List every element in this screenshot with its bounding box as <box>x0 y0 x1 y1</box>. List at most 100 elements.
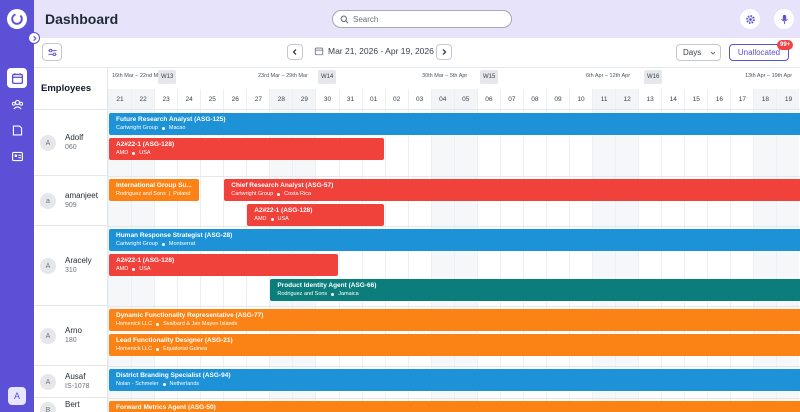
employee-id: 310 <box>65 267 77 274</box>
employee-avatar: A <box>40 328 56 344</box>
day-header-cell[interactable]: 25 <box>200 89 223 109</box>
assignment-title: A2#22-1 (ASG-128) <box>116 141 175 148</box>
filter-button[interactable] <box>42 43 62 61</box>
assignment-company: Cartwright Group <box>231 191 274 197</box>
employee-row[interactable]: A Arno 180 <box>34 306 107 366</box>
assignment-location: USA <box>277 216 289 222</box>
day-header-cell[interactable]: 31 <box>338 89 362 109</box>
assignment-company: AMD <box>116 150 129 156</box>
assignment-location: Jamaica <box>338 291 359 297</box>
day-header-cell[interactable]: 28 <box>269 89 293 109</box>
assignment-location: Montserrat <box>168 241 196 247</box>
day-header-cell[interactable]: 11 <box>592 89 616 109</box>
day-header-cell[interactable]: 17 <box>730 89 753 109</box>
employee-row[interactable]: a amanjeet 909 <box>34 176 107 226</box>
day-header-cell[interactable]: 03 <box>407 89 431 109</box>
assignment-bar[interactable]: International Group Su... Rodriguez and S… <box>109 179 200 201</box>
employee-avatar: A <box>40 374 56 390</box>
employee-row[interactable]: A Adolf 060 <box>34 110 107 176</box>
sidebar-item-contacts[interactable] <box>7 146 27 166</box>
microphone-icon <box>780 14 788 24</box>
date-range[interactable]: Mar 21, 2026 - Apr 19, 2026 <box>314 46 434 56</box>
voice-button[interactable] <box>774 9 794 29</box>
day-header-cell[interactable]: 18 <box>753 89 777 109</box>
assignment-details: Cartwright Group Montserrat <box>116 240 800 248</box>
next-range-button[interactable] <box>436 44 452 60</box>
user-avatar[interactable]: A <box>8 387 26 405</box>
dot-separator-icon <box>277 192 281 196</box>
day-header-cell[interactable]: 04 <box>430 89 454 109</box>
day-header-cell[interactable]: 29 <box>292 89 316 109</box>
employee-avatar: A <box>40 135 56 151</box>
dot-separator-icon <box>161 126 165 130</box>
assignment-bar[interactable]: Human Response Strategist (ASG-28) Cartwr… <box>109 229 800 251</box>
assignment-bar[interactable]: Lead Functionality Designer (ASG-21) Home… <box>109 334 800 356</box>
chevron-left-icon <box>292 49 297 55</box>
search-icon <box>340 15 349 23</box>
assignment-title: A2#22-1 (ASG-128) <box>116 257 175 264</box>
day-header-cell[interactable]: 12 <box>615 89 639 109</box>
sidebar-item-notes[interactable] <box>7 120 27 140</box>
sidebar-item-team[interactable] <box>7 94 27 114</box>
employee-row[interactable]: B Bert <box>34 398 107 412</box>
day-header-cell[interactable]: 09 <box>545 89 569 109</box>
day-header-cell[interactable]: 24 <box>177 89 200 109</box>
day-header-cell[interactable]: 01 <box>361 89 385 109</box>
employee-row[interactable]: A Aracely 310 <box>34 226 107 306</box>
day-header-cell[interactable]: 07 <box>499 89 523 109</box>
assignment-title: Chief Research Analyst (ASG-57) <box>231 182 334 189</box>
sidebar-expand-toggle[interactable] <box>28 32 40 44</box>
day-header-cell[interactable]: 19 <box>776 89 800 109</box>
view-select[interactable]: Days <box>676 44 721 61</box>
employee-name: Arno <box>65 326 82 335</box>
assignment-bar[interactable]: Chief Research Analyst (ASG-57) Cartwrigh… <box>224 179 800 201</box>
assignment-bar[interactable]: Future Research Analyst (ASG-125) Cartwri… <box>109 113 800 135</box>
sliders-icon <box>47 48 57 56</box>
assignment-details: AMD USA <box>116 265 338 273</box>
day-header-cell[interactable]: 21 <box>108 89 132 109</box>
employee-id: 060 <box>65 144 77 151</box>
assignment-details: Rodriguez and Sons Jamaica <box>277 290 800 298</box>
day-header-cell[interactable]: 22 <box>131 89 155 109</box>
top-header: Dashboard <box>34 0 800 38</box>
note-icon <box>12 124 22 136</box>
assignment-bar[interactable]: A2#22-1 (ASG-128) AMD USA <box>247 204 384 226</box>
day-header-cell[interactable]: 06 <box>476 89 500 109</box>
day-header-cell[interactable]: 16 <box>707 89 730 109</box>
day-header-cell[interactable]: 05 <box>453 89 477 109</box>
prev-range-button[interactable] <box>287 44 303 60</box>
assignment-bar[interactable]: Forward Metrics Agent (ASG-50) <box>109 401 800 412</box>
assignment-company: Homenick LLC <box>116 321 153 327</box>
settings-button[interactable] <box>740 9 760 29</box>
day-header-cell[interactable]: 27 <box>246 89 269 109</box>
chevron-right-icon <box>32 35 37 41</box>
employee-avatar: A <box>40 258 56 274</box>
logo-icon[interactable] <box>7 9 27 29</box>
day-header-cell[interactable]: 02 <box>384 89 408 109</box>
sidebar-item-calendar[interactable] <box>7 68 27 88</box>
week-number-tag: W16 <box>644 70 663 84</box>
employee-row[interactable]: A Ausaf IS-1078 <box>34 366 107 398</box>
assignment-company: AMD <box>116 266 129 272</box>
day-header-cell[interactable]: 15 <box>684 89 707 109</box>
id-card-icon <box>11 151 23 161</box>
assignment-bar[interactable]: Dynamic Functionality Representative (AS… <box>109 309 800 331</box>
row-divider <box>108 398 800 399</box>
chevron-right-icon <box>442 49 447 55</box>
day-header-cell[interactable]: 23 <box>154 89 177 109</box>
assignment-title: Human Response Strategist (ASG-28) <box>116 232 233 239</box>
assignment-company: Cartwright Group <box>116 241 158 247</box>
day-header-cell[interactable]: 08 <box>522 89 546 109</box>
day-header-cell[interactable]: 10 <box>569 89 592 109</box>
assignment-bar[interactable]: A2#22-1 (ASG-128) AMD USA <box>109 254 338 276</box>
assignment-bar[interactable]: District Branding Specialist (ASG-94) Nol… <box>109 369 800 391</box>
assignment-bar[interactable]: A2#22-1 (ASG-128) AMD USA <box>109 138 384 160</box>
day-header-cell[interactable]: 30 <box>315 89 338 109</box>
assignment-title: District Branding Specialist (ASG-94) <box>116 372 231 379</box>
day-header-cell[interactable]: 26 <box>223 89 246 109</box>
day-header-cell[interactable]: 14 <box>661 89 684 109</box>
assignment-bar[interactable]: Product Identity Agent (ASG-66) Rodriguez… <box>270 279 800 301</box>
search-input[interactable] <box>353 14 503 24</box>
day-header-cell[interactable]: 13 <box>638 89 661 109</box>
search-box[interactable] <box>332 10 512 28</box>
